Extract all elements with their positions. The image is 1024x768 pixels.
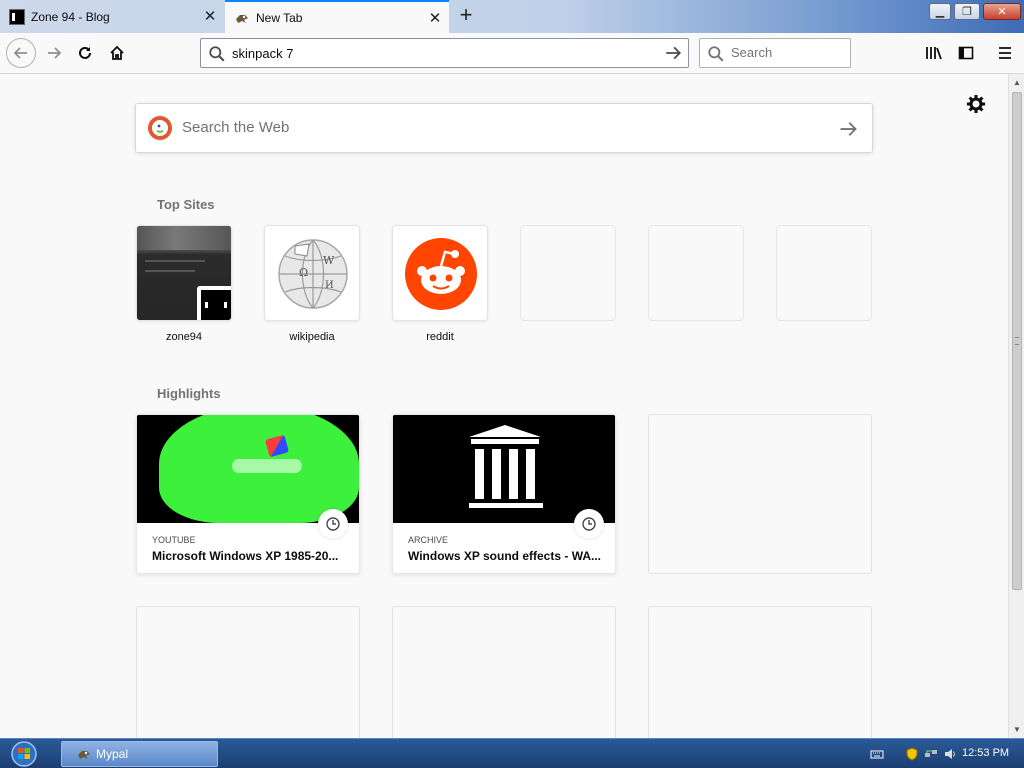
volume-icon[interactable]	[943, 747, 957, 761]
navigation-toolbar	[0, 33, 1024, 74]
scrollbar-grip	[1015, 337, 1019, 345]
windows-wordmark-shape	[232, 459, 302, 473]
new-tab-plus-icon[interactable]: +	[455, 4, 477, 27]
duckduckgo-logo-icon	[148, 116, 172, 140]
library-button[interactable]	[920, 39, 948, 67]
arrow-right-icon[interactable]	[838, 119, 858, 139]
menu-button[interactable]	[991, 39, 1019, 67]
forward-button[interactable]	[40, 39, 68, 67]
highlight-title: Windows XP sound effects - WA...	[408, 549, 602, 563]
highlight-thumbnail	[137, 415, 359, 523]
taskbar-clock[interactable]: 12:53 PM	[962, 747, 1009, 759]
highlight-card-youtube[interactable]: YOUTUBE Microsoft Windows XP 1985-20...	[136, 414, 360, 574]
search-icon	[209, 46, 225, 62]
zone94-mini-favicon	[197, 286, 231, 320]
minimize-window-button[interactable]: ▁	[929, 3, 951, 20]
url-bar[interactable]	[200, 38, 689, 68]
web-search-input[interactable]	[182, 119, 782, 136]
tab-new-tab[interactable]: New Tab ✕	[225, 0, 449, 33]
sidebar-button[interactable]	[952, 39, 980, 67]
library-icon	[926, 47, 942, 60]
svg-text:И: И	[325, 280, 334, 291]
svg-text:W: W	[323, 254, 335, 267]
home-button[interactable]	[103, 39, 131, 67]
top-site-tile-zone94[interactable]	[136, 225, 232, 321]
mypal-app-icon	[78, 751, 90, 759]
top-site-label[interactable]: reddit	[392, 331, 488, 343]
scroll-down-arrow-icon[interactable]: ▼	[1013, 725, 1021, 734]
taskbar-item-mypal[interactable]: Mypal	[61, 741, 218, 767]
back-button[interactable]	[6, 38, 36, 68]
taskbar: Mypal 12:53 PM	[0, 738, 1024, 768]
highlight-card-archive[interactable]: ARCHIVE Windows XP sound effects - WA...	[392, 414, 616, 574]
tab-strip: Zone 94 - Blog ✕ New Tab ✕ + ▁ ❐ ✕	[0, 0, 1024, 33]
mypal-favicon-icon	[236, 14, 248, 23]
vertical-scrollbar[interactable]: ▲ ▼	[1008, 74, 1024, 738]
start-orb-icon[interactable]	[9, 740, 39, 768]
archive-building-icon	[469, 425, 543, 508]
highlights-heading: Highlights	[157, 386, 221, 401]
top-site-label[interactable]: zone94	[136, 331, 232, 343]
zone94-header-strip	[137, 226, 231, 250]
top-site-tile-reddit[interactable]	[392, 225, 488, 321]
web-search-box[interactable]	[135, 103, 873, 153]
new-tab-page: Top Sites W Ω И	[0, 74, 1008, 738]
top-site-empty-slot	[776, 225, 872, 321]
highlight-empty-slot	[392, 606, 616, 738]
go-arrow-icon[interactable]	[664, 44, 682, 62]
tab-zone94-blog[interactable]: Zone 94 - Blog ✕	[0, 0, 224, 33]
search-icon	[708, 46, 724, 62]
search-bar[interactable]	[699, 38, 851, 68]
reload-button[interactable]	[71, 39, 99, 67]
url-input[interactable]	[232, 45, 632, 61]
top-site-label[interactable]: wikipedia	[264, 331, 360, 343]
hamburger-menu-icon	[999, 47, 1011, 59]
close-tab-icon[interactable]: ✕	[202, 8, 218, 25]
zone94-favicon	[9, 8, 25, 25]
highlight-source: YOUTUBE	[152, 535, 196, 545]
highlight-title: Microsoft Windows XP 1985-20...	[152, 549, 339, 563]
reddit-logo-icon	[405, 238, 477, 310]
keyboard-icon[interactable]	[870, 747, 884, 761]
highlight-empty-slot	[648, 606, 872, 738]
top-site-tile-wikipedia[interactable]: W Ω И	[264, 225, 360, 321]
highlight-thumbnail	[393, 415, 615, 523]
close-window-button[interactable]: ✕	[983, 3, 1021, 20]
arrow-left-icon	[13, 47, 27, 59]
gear-icon[interactable]	[966, 94, 986, 114]
zone94-content-lines	[145, 260, 205, 262]
top-site-empty-slot	[520, 225, 616, 321]
shield-icon[interactable]	[905, 747, 919, 761]
highlight-empty-slot	[136, 606, 360, 738]
sidebar-icon	[958, 46, 974, 60]
scroll-up-arrow-icon[interactable]: ▲	[1013, 78, 1021, 87]
arrow-right-icon	[48, 47, 62, 59]
taskbar-item-label: Mypal	[96, 747, 129, 761]
clock-icon	[574, 509, 604, 539]
zone94-content-lines	[145, 270, 195, 272]
top-site-empty-slot	[648, 225, 744, 321]
tab-title: New Tab	[256, 10, 303, 25]
maximize-window-button[interactable]: ❐	[954, 3, 980, 20]
svg-text:Ω: Ω	[299, 266, 308, 279]
scrollbar-thumb[interactable]	[1012, 92, 1022, 590]
wikipedia-globe-icon: W Ω И	[278, 239, 348, 309]
highlight-source: ARCHIVE	[408, 535, 449, 545]
clock-icon	[318, 509, 348, 539]
close-tab-icon[interactable]: ✕	[427, 10, 443, 27]
network-icon[interactable]	[924, 747, 938, 761]
top-sites-heading: Top Sites	[157, 197, 215, 212]
search-input[interactable]	[731, 45, 841, 60]
home-icon	[110, 45, 124, 60]
highlight-empty-slot	[648, 414, 872, 574]
tab-title: Zone 94 - Blog	[31, 9, 110, 24]
reload-icon	[79, 46, 91, 59]
